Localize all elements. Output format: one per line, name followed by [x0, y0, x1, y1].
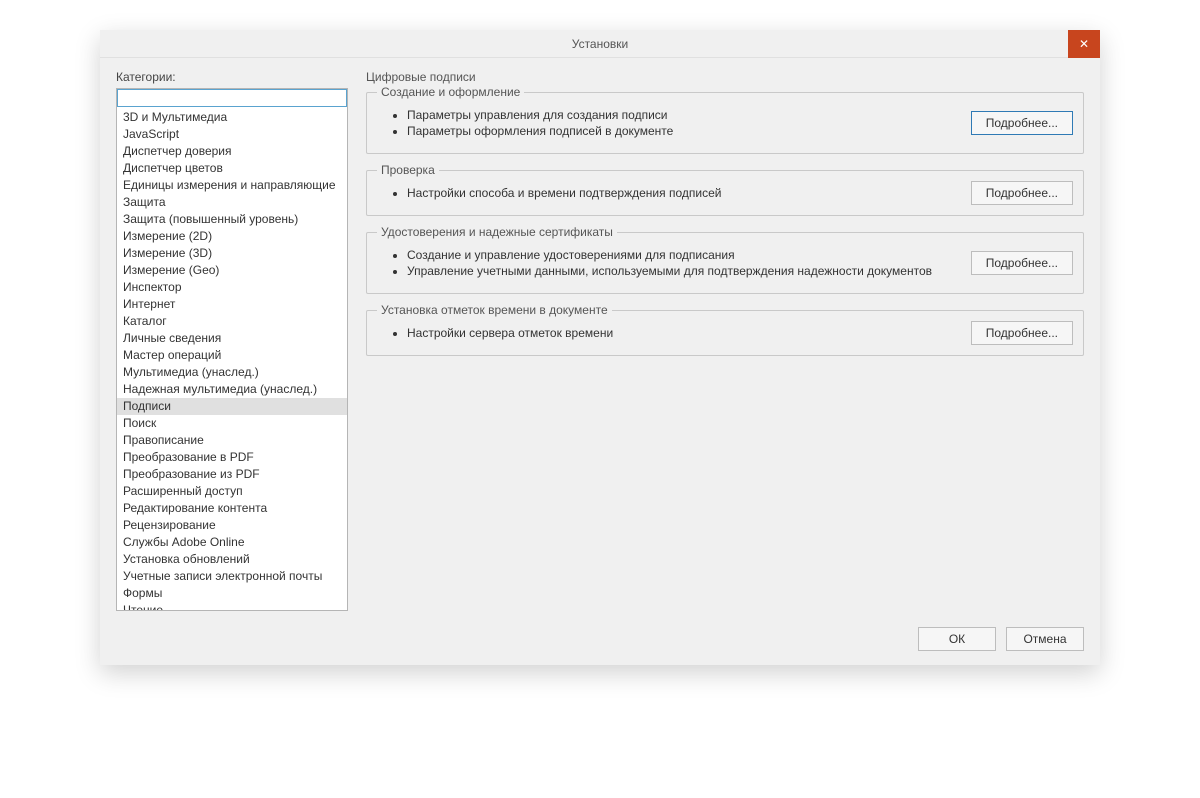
category-item[interactable]: Рецензирование	[117, 517, 347, 534]
section-bullet: Настройки способа и времени подтверждени…	[407, 185, 961, 201]
section-bullet: Параметры управления для создания подпис…	[407, 107, 961, 123]
dialog-body: Категории: 3D и МультимедиаJavaScriptДис…	[100, 58, 1100, 619]
section-body: Настройки способа и времени подтверждени…	[381, 181, 1073, 205]
section-body: Параметры управления для создания подпис…	[381, 103, 1073, 143]
settings-section: Удостоверения и надежные сертификатыСозд…	[366, 232, 1084, 294]
category-item[interactable]: Интернет	[117, 296, 347, 313]
category-item[interactable]: Чтение	[117, 602, 347, 611]
content-area: Цифровые подписи Создание и оформлениеПа…	[366, 70, 1084, 611]
details-button[interactable]: Подробнее...	[971, 251, 1073, 275]
section-title: Установка отметок времени в документе	[377, 303, 612, 317]
category-item[interactable]: Защита (повышенный уровень)	[117, 211, 347, 228]
category-item[interactable]: Личные сведения	[117, 330, 347, 347]
category-item[interactable]: Надежная мультимедиа (унаслед.)	[117, 381, 347, 398]
settings-section: Установка отметок времени в документеНас…	[366, 310, 1084, 356]
category-item[interactable]: 3D и Мультимедиа	[117, 109, 347, 126]
close-button[interactable]: ✕	[1068, 30, 1100, 58]
category-list[interactable]: 3D и МультимедиаJavaScriptДиспетчер дове…	[116, 88, 348, 611]
category-item[interactable]: Диспетчер доверия	[117, 143, 347, 160]
details-button[interactable]: Подробнее...	[971, 111, 1073, 135]
category-item[interactable]: Мастер операций	[117, 347, 347, 364]
section-title: Проверка	[377, 163, 439, 177]
category-item[interactable]: Службы Adobe Online	[117, 534, 347, 551]
category-item[interactable]: Инспектор	[117, 279, 347, 296]
category-item[interactable]: Преобразование из PDF	[117, 466, 347, 483]
category-item[interactable]: Формы	[117, 585, 347, 602]
category-item[interactable]: Подписи	[117, 398, 347, 415]
category-search-input[interactable]	[117, 89, 347, 107]
section-bullets: Настройки сервера отметок времени	[381, 325, 961, 341]
section-title: Удостоверения и надежные сертификаты	[377, 225, 617, 239]
category-item[interactable]: Диспетчер цветов	[117, 160, 347, 177]
ok-button[interactable]: ОК	[918, 627, 996, 651]
content-heading: Цифровые подписи	[366, 70, 1084, 84]
section-bullets: Настройки способа и времени подтверждени…	[381, 185, 961, 201]
sections-container: Создание и оформлениеПараметры управлени…	[366, 92, 1084, 372]
section-bullet: Создание и управление удостоверениями дл…	[407, 247, 961, 263]
category-item[interactable]: Единицы измерения и направляющие	[117, 177, 347, 194]
category-item[interactable]: Каталог	[117, 313, 347, 330]
category-item[interactable]: Редактирование контента	[117, 500, 347, 517]
categories-label: Категории:	[116, 70, 348, 84]
category-item[interactable]: JavaScript	[117, 126, 347, 143]
cancel-button[interactable]: Отмена	[1006, 627, 1084, 651]
category-item[interactable]: Измерение (2D)	[117, 228, 347, 245]
category-item[interactable]: Расширенный доступ	[117, 483, 347, 500]
preferences-dialog: Установки ✕ Категории: 3D и МультимедиаJ…	[100, 30, 1100, 665]
section-body: Настройки сервера отметок времени Подробн…	[381, 321, 1073, 345]
dialog-footer: ОК Отмена	[100, 619, 1100, 665]
category-item[interactable]: Преобразование в PDF	[117, 449, 347, 466]
category-item[interactable]: Поиск	[117, 415, 347, 432]
settings-section: Создание и оформлениеПараметры управлени…	[366, 92, 1084, 154]
section-bullet: Настройки сервера отметок времени	[407, 325, 961, 341]
window-title: Установки	[572, 37, 628, 51]
category-item[interactable]: Правописание	[117, 432, 347, 449]
details-button[interactable]: Подробнее...	[971, 181, 1073, 205]
category-item[interactable]: Защита	[117, 194, 347, 211]
titlebar: Установки ✕	[100, 30, 1100, 58]
section-title: Создание и оформление	[377, 85, 524, 99]
category-item[interactable]: Мультимедиа (унаслед.)	[117, 364, 347, 381]
close-icon: ✕	[1079, 37, 1089, 51]
section-bullet: Параметры оформления подписей в документ…	[407, 123, 961, 139]
category-item[interactable]: Измерение (Geo)	[117, 262, 347, 279]
section-bullets: Создание и управление удостоверениями дл…	[381, 247, 961, 279]
category-item[interactable]: Установка обновлений	[117, 551, 347, 568]
section-bullets: Параметры управления для создания подпис…	[381, 107, 961, 139]
category-item[interactable]: Измерение (3D)	[117, 245, 347, 262]
details-button[interactable]: Подробнее...	[971, 321, 1073, 345]
section-bullet: Управление учетными данными, используемы…	[407, 263, 961, 279]
section-body: Создание и управление удостоверениями дл…	[381, 243, 1073, 283]
settings-section: ПроверкаНастройки способа и времени подт…	[366, 170, 1084, 216]
category-item[interactable]: Учетные записи электронной почты	[117, 568, 347, 585]
sidebar: Категории: 3D и МультимедиаJavaScriptДис…	[116, 70, 348, 611]
